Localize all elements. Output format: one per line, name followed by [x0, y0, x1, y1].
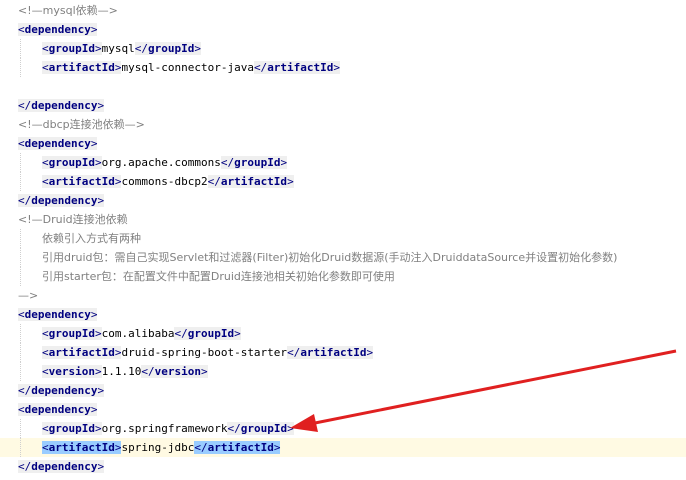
arrow-shaft [309, 349, 677, 426]
arrow-head [290, 414, 318, 432]
red-arrow-annotation [290, 349, 677, 432]
